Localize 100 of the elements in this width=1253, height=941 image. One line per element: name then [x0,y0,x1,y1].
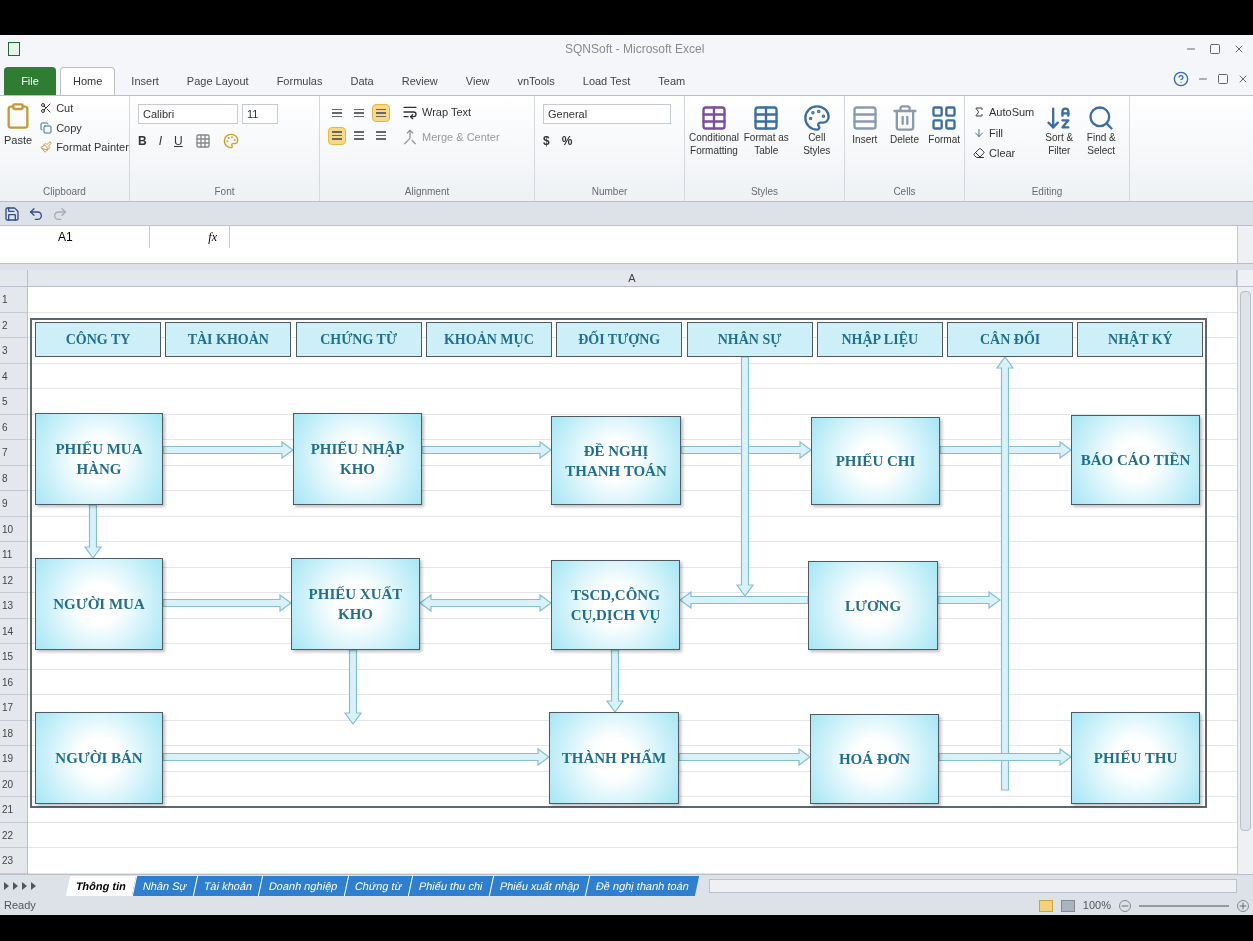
autosum-button[interactable]: AutoSum [973,104,1035,121]
ribbon-tab[interactable]: vnTools [505,67,567,95]
vertical-scroll-bar[interactable] [1237,287,1253,874]
row-number[interactable]: 4 [0,363,27,389]
editing-button[interactable]: Sort & Filter [1042,104,1077,162]
close-icon[interactable] [1237,73,1249,85]
row-number[interactable]: 21 [0,797,27,823]
header-node: CÔNG TY [35,322,161,357]
align-icon[interactable] [372,104,390,122]
format-painter-button[interactable]: Format Painter [40,139,129,156]
merge-icon [402,128,418,145]
ribbon-tab[interactable]: Page Layout [174,67,261,95]
italic-button[interactable]: I [158,132,162,150]
undo-icon[interactable] [28,205,44,222]
percent-button[interactable]: % [561,132,573,150]
diagram-node: NGƯỜI BÁN [35,712,163,804]
ribbon-tab[interactable]: Data [338,67,386,95]
number-format-field[interactable]: General [543,104,671,124]
arrow [605,649,625,714]
row-number[interactable]: 19 [0,746,27,772]
underline-button[interactable]: U [174,132,183,150]
font-name-field[interactable]: Calibri [138,104,238,124]
paste-button[interactable]: Paste [4,100,33,156]
sheet-tab[interactable]: Phiếu xuất nhập [488,875,590,896]
arrow-down-icon [973,126,985,139]
styles-button[interactable]: Conditional Formatting [689,104,739,157]
scroll-bar[interactable] [1237,226,1253,263]
sheet-tab[interactable]: Phiếu thu chi [408,875,493,896]
sheet-tab[interactable]: Nhân Sự [131,875,198,896]
sheet-tab[interactable]: Thông tin [65,875,137,896]
ribbon-tab[interactable]: Team [646,67,698,95]
row-number[interactable]: 13 [0,593,27,619]
sheet-tab[interactable]: Doanh nghiệp [258,875,349,896]
row-number[interactable]: 12 [0,567,27,593]
ribbon-tab[interactable]: Home [60,67,116,95]
rows-icon [850,104,879,132]
wrap-icon [402,104,418,121]
styles-button[interactable]: Format as Table [743,104,790,157]
scissors-icon [40,102,53,115]
sheet-tab[interactable]: Đề nghị thanh toán [585,875,700,896]
font-size-field[interactable]: 11 [242,104,278,124]
align-icon[interactable] [328,126,346,145]
row-number[interactable]: 18 [0,720,27,746]
ribbon-tab[interactable]: Insert [119,67,171,95]
header-node: KHOẢN MỤC [425,322,552,357]
row-number[interactable]: 15 [0,644,27,670]
row-number[interactable]: 2 [0,312,27,338]
brush-icon [40,141,53,154]
cells-button[interactable]: Delete [888,104,921,147]
eraser-icon [973,147,985,160]
wrap-text-button[interactable]: Wrap Text [402,104,500,121]
copy-button[interactable]: Copy [40,119,129,136]
row-number[interactable]: 23 [0,848,27,874]
cells-button[interactable]: Insert [849,104,881,147]
row-number[interactable]: 3 [0,338,27,364]
row-number[interactable]: 20 [0,771,27,797]
diagram-node: BÁO CÁO TIỀN [1071,415,1200,505]
page-layout-icon[interactable] [1060,899,1075,912]
ribbon-tab[interactable]: Review [389,67,450,95]
diagram-node: TSCD,CÔNG CỤ,DỊCH VỤ [551,560,680,650]
sheet-tab[interactable]: Tài khoản [193,875,263,896]
ribbon-tab[interactable]: Load Test [570,67,643,95]
row-number[interactable]: 11 [0,542,27,568]
row-number[interactable]: 6 [0,414,27,440]
scroll-thumb[interactable] [1240,291,1251,831]
horizontal-scroll-bar[interactable] [709,878,1237,893]
restore-icon[interactable] [1217,73,1229,85]
editing-button[interactable]: Find & Select [1084,104,1119,162]
fill-button[interactable]: Fill [973,124,1035,141]
styles-button[interactable]: Cell Styles [793,104,840,157]
ribbon-tab[interactable]: View [453,67,502,95]
redo-icon[interactable] [52,205,68,222]
bold-button[interactable]: B [138,132,147,150]
sheet-tab[interactable]: Chứng từ [343,875,413,896]
header-node: TÀI KHOẢN [165,322,292,357]
help-icon[interactable] [1173,71,1189,87]
ribbon-tab[interactable]: Formulas [264,67,335,95]
row-number[interactable]: 8 [0,465,27,491]
clear-button[interactable]: Clear [973,145,1035,162]
row-number[interactable]: 14 [0,618,27,644]
row-number[interactable]: 9 [0,491,27,517]
maximize-icon[interactable] [1209,42,1221,55]
normal-view-icon[interactable] [1038,899,1053,912]
header-node: NHẬT KÝ [1077,322,1204,357]
cells-button[interactable]: Format [928,104,960,147]
name-box[interactable]: A1 [0,226,150,248]
cut-button[interactable]: Cut [40,100,129,117]
header-node: NHẬP LIỆU [816,322,943,357]
status-text: Ready [4,898,36,914]
row-number[interactable]: 5 [0,389,27,415]
row-number[interactable]: 16 [0,669,27,695]
ribbon-tab[interactable]: File [4,67,56,95]
row-number[interactable]: 1 [0,287,27,313]
row-number[interactable]: 22 [0,822,27,848]
palette-icon [802,104,831,132]
save-icon[interactable] [4,205,20,222]
row-number[interactable]: 10 [0,516,27,542]
row-number[interactable]: 7 [0,440,27,466]
row-number[interactable]: 17 [0,695,27,721]
currency-button[interactable]: $ [543,132,550,150]
